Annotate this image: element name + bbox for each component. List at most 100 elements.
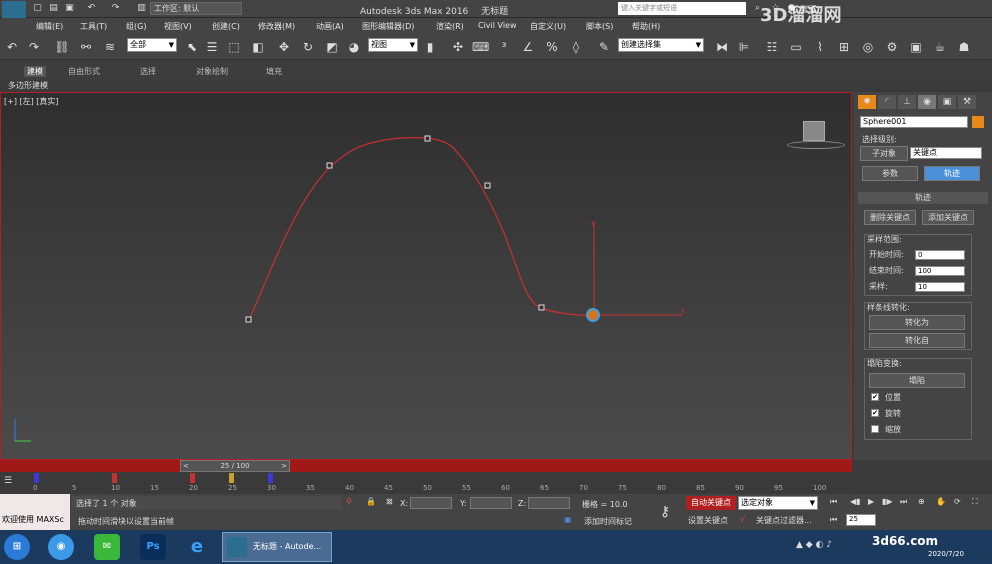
add-key-button[interactable]: 添加关键点 bbox=[922, 210, 974, 225]
zoom-icon[interactable]: ⊕ bbox=[918, 497, 925, 506]
next-frame-icon[interactable]: ▮▶ bbox=[882, 497, 893, 506]
menu-item[interactable]: Civil View bbox=[478, 21, 517, 30]
redo-icon[interactable]: ↷ bbox=[26, 39, 42, 55]
align-icon[interactable]: ⊫ bbox=[736, 39, 752, 55]
animation-key[interactable] bbox=[112, 473, 117, 483]
schematic-view-icon[interactable]: ⊞ bbox=[836, 39, 852, 55]
menu-item[interactable]: 创建(C) bbox=[212, 21, 240, 32]
search-input[interactable]: 键入关键字或短语 bbox=[618, 2, 746, 15]
wechat-icon[interactable]: ✉ bbox=[94, 534, 120, 560]
utilities-tab-icon[interactable]: ⚒ bbox=[958, 95, 976, 109]
start-button-icon[interactable]: ⊞ bbox=[4, 534, 30, 560]
toggle-ribbon-icon[interactable]: ▭ bbox=[788, 39, 804, 55]
parameters-button[interactable]: 参数 bbox=[862, 166, 918, 181]
keyboard-shortcut-icon[interactable]: ⌨ bbox=[472, 39, 489, 55]
position-checkbox[interactable]: ✔ bbox=[871, 393, 879, 401]
percent-snap-icon[interactable]: % bbox=[544, 39, 560, 55]
render-setup-icon[interactable]: ⚙ bbox=[884, 39, 900, 55]
scale-checkbox[interactable] bbox=[871, 425, 879, 433]
save-icon[interactable]: ▣ bbox=[64, 3, 75, 14]
absolute-mode-icon[interactable]: ⊠ bbox=[386, 497, 393, 506]
trajectory-key-point[interactable] bbox=[326, 162, 333, 169]
start-time-spinner[interactable]: 0 bbox=[915, 250, 965, 260]
menu-item[interactable]: 帮助(H) bbox=[632, 21, 660, 32]
spinner-snap-icon[interactable]: ◊ bbox=[568, 39, 584, 55]
menu-item[interactable]: 自定义(U) bbox=[530, 21, 566, 32]
sphere001-object[interactable] bbox=[586, 308, 600, 322]
menu-item[interactable]: 视图(V) bbox=[164, 21, 192, 32]
menu-item[interactable]: 动画(A) bbox=[316, 21, 344, 32]
select-object-icon[interactable]: ⬉ bbox=[184, 39, 200, 55]
menu-item[interactable]: 脚本(S) bbox=[586, 21, 613, 32]
sub-object-dropdown[interactable]: 关键点 bbox=[910, 147, 982, 159]
rotation-checkbox[interactable]: ✔ bbox=[871, 409, 879, 417]
render-icon[interactable]: ☕ bbox=[932, 39, 948, 55]
key-filters-icon[interactable]: √ bbox=[740, 515, 745, 524]
trajectory-key-point[interactable] bbox=[245, 316, 252, 323]
menu-item[interactable]: 图形编辑器(D) bbox=[362, 21, 414, 32]
ribbon-tab[interactable]: 选择 bbox=[140, 66, 156, 77]
set-key-mode-icon[interactable]: ⚷ bbox=[660, 504, 670, 520]
current-frame-marker[interactable] bbox=[229, 473, 234, 483]
selection-filter-dropdown[interactable]: 全部 ▼ bbox=[127, 38, 177, 52]
menu-item[interactable]: 工具(T) bbox=[80, 21, 107, 32]
link-icon[interactable]: ⛓ bbox=[54, 39, 70, 55]
menu-item[interactable]: 组(G) bbox=[126, 21, 146, 32]
add-time-tag-button[interactable]: 添加时间标记 bbox=[584, 516, 632, 527]
curve-editor-icon[interactable]: ⌇ bbox=[812, 39, 828, 55]
reference-coord-dropdown[interactable]: 视图 ▼ bbox=[368, 38, 418, 52]
convert-from-button[interactable]: 转化自 bbox=[869, 333, 965, 348]
y-coord-field[interactable] bbox=[470, 497, 512, 509]
sub-object-button[interactable]: 子对象 bbox=[860, 146, 908, 161]
rect-selection-icon[interactable]: ⬚ bbox=[226, 39, 242, 55]
previous-frame-icon[interactable]: ◀▮ bbox=[850, 497, 861, 506]
pan-icon[interactable]: ✋ bbox=[936, 497, 946, 506]
z-coord-field[interactable] bbox=[528, 497, 570, 509]
project-folder-icon[interactable]: ▥ bbox=[136, 3, 147, 14]
ribbon-tab[interactable]: 自由形式 bbox=[68, 66, 100, 77]
menu-item[interactable]: 修改器(M) bbox=[258, 21, 295, 32]
material-editor-icon[interactable]: ◎ bbox=[860, 39, 876, 55]
go-to-start-icon[interactable]: ⏮ bbox=[830, 497, 837, 507]
set-key-button[interactable]: 设置关键点 bbox=[688, 515, 728, 526]
isolate-selection-icon[interactable]: ⚲ bbox=[346, 497, 352, 506]
create-tab-icon[interactable]: ✹ bbox=[858, 95, 876, 109]
undo-icon[interactable]: ↶ bbox=[86, 3, 97, 14]
new-file-icon[interactable]: ▢ bbox=[32, 3, 43, 14]
object-name-field[interactable]: Sphere001 bbox=[860, 116, 968, 128]
unlink-icon[interactable]: ⚯ bbox=[78, 39, 94, 55]
menu-item[interactable]: 编辑(E) bbox=[36, 21, 63, 32]
object-color-swatch[interactable] bbox=[972, 116, 984, 128]
time-slider-track[interactable] bbox=[0, 460, 852, 472]
auto-key-button[interactable]: 自动关键点 bbox=[686, 496, 736, 510]
motion-trajectory-path[interactable] bbox=[248, 137, 594, 321]
menu-item[interactable]: 渲染(R) bbox=[436, 21, 464, 32]
internet-explorer-icon[interactable]: e bbox=[184, 534, 210, 560]
trajectory-rollout-header[interactable]: 轨迹 bbox=[858, 192, 988, 204]
key-filters-button[interactable]: 关键点过滤器... bbox=[756, 515, 812, 526]
angle-snap-icon[interactable]: ∠ bbox=[520, 39, 536, 55]
named-selection-dropdown[interactable]: 创建选择集 ▼ bbox=[618, 38, 704, 52]
mirror-icon[interactable]: ⧓ bbox=[714, 39, 730, 55]
workspace-dropdown[interactable]: 工作区: 默认 bbox=[150, 2, 242, 15]
viewport-left[interactable]: [+] [左] [真实] y x bbox=[0, 92, 852, 460]
trajectory-key-point[interactable] bbox=[424, 135, 431, 142]
scale-icon[interactable]: ◩ bbox=[324, 39, 340, 55]
x-coord-field[interactable] bbox=[410, 497, 452, 509]
trackbar[interactable]: ☰ 0 5 10 15 20 25 30 35 40 45 50 55 60 65 70 75 80 85 90 95… bbox=[0, 472, 852, 494]
ribbon-tab[interactable]: 建模 bbox=[24, 66, 46, 77]
maxscript-listener[interactable]: 欢迎使用 MAXSc bbox=[0, 494, 70, 530]
play-icon[interactable]: ▶ bbox=[868, 497, 874, 506]
redo-icon[interactable]: ↷ bbox=[110, 3, 121, 14]
end-time-spinner[interactable]: 100 bbox=[915, 266, 965, 276]
slider-next-icon[interactable]: > bbox=[281, 461, 287, 471]
modify-tab-icon[interactable]: ◜ bbox=[878, 95, 896, 109]
system-tray-icons[interactable]: ▲ ◆ ◐ ♪ bbox=[796, 540, 832, 550]
delete-key-button[interactable]: 删除关键点 bbox=[864, 210, 916, 225]
snaps-toggle-icon[interactable]: ³ bbox=[496, 39, 512, 55]
render-frame-icon[interactable]: ▣ bbox=[908, 39, 924, 55]
photoshop-icon[interactable]: Ps bbox=[140, 534, 166, 560]
edit-named-selections-icon[interactable]: ✎ bbox=[596, 39, 612, 55]
orbit-icon[interactable]: ⟳ bbox=[954, 497, 961, 506]
selection-lock-icon[interactable]: 🔒 bbox=[366, 497, 376, 506]
